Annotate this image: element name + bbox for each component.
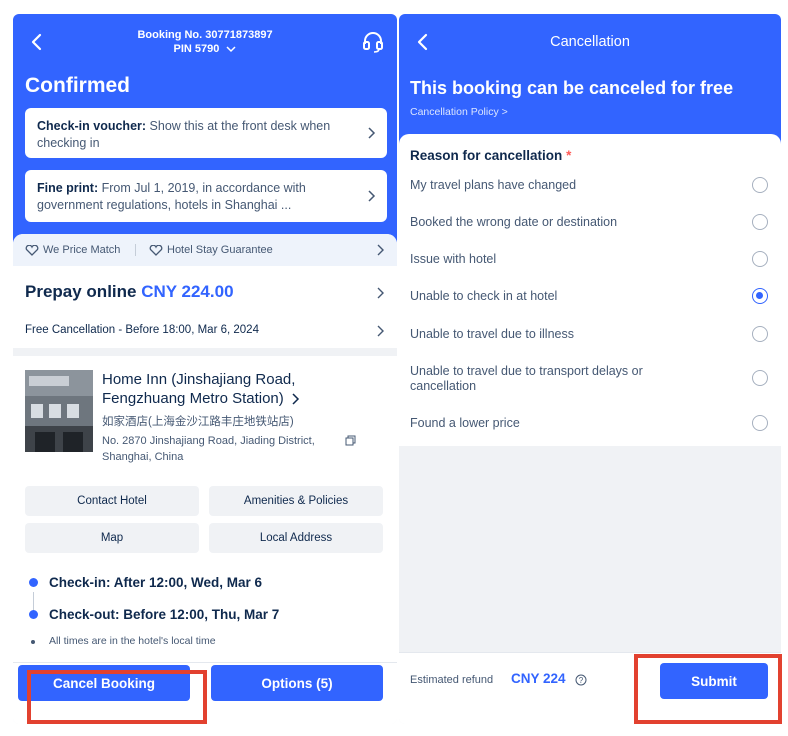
stay-guarantee-badge: Hotel Stay Guarantee [149,244,273,256]
chevron-right-icon [377,244,384,256]
free-cancel-heading: This booking can be canceled for free [410,78,734,98]
local-time-note: All times are in the hotel's local time [49,635,216,647]
pin-dropdown[interactable]: PIN 5790 [13,42,397,56]
booking-details-screen: Booking No. 30771873897 PIN 5790 Confirm… [13,14,397,724]
hotel-name: Home Inn (Jinshajiang Road, Fengzhuang M… [102,371,296,407]
voucher-label: Check-in voucher: [37,119,147,133]
contact-hotel-button[interactable]: Contact Hotel [25,486,199,516]
heart-shield-icon [25,244,39,256]
highlight-submit [634,654,782,724]
radio-button[interactable] [752,177,768,193]
copy-icon[interactable] [345,435,356,446]
chevron-right-icon [377,325,384,337]
reason-label: Unable to travel due to illness [410,327,574,341]
hotel-photo[interactable] [25,370,93,452]
map-button[interactable]: Map [25,523,199,553]
refund-amount: CNY 224 [511,671,566,686]
required-mark: * [566,148,572,163]
reason-option[interactable]: Booked the wrong date or destination [399,214,781,237]
booking-status: Confirmed [25,74,130,97]
booking-number: Booking No. 30771873897 [137,29,273,41]
guarantee-bar[interactable]: We Price Match Hotel Stay Guarantee [13,234,397,266]
checkin-time: Check-in: After 12:00, Wed, Mar 6 [49,575,263,590]
reason-title-text: Reason for cancellation [410,148,563,163]
radio-button[interactable] [752,214,768,230]
prepay-amount: CNY 224.00 [141,282,234,301]
reason-option[interactable]: Unable to travel due to illness [399,326,781,349]
radio-button[interactable] [752,326,768,342]
price-match-badge: We Price Match [25,244,120,256]
prepay-row[interactable]: Prepay online CNY 224.00 [25,282,234,302]
cancellation-screen: Cancellation This booking can be cancele… [399,14,781,724]
chevron-down-icon [226,46,236,53]
price-match-label: We Price Match [43,244,121,256]
reason-option[interactable]: Unable to check in at hotel [399,288,781,311]
divider [135,244,136,256]
info-icon[interactable]: ? [575,674,587,686]
reason-label: Unable to check in at hotel [410,289,558,303]
reason-option[interactable]: Unable to travel due to transport delays… [399,364,781,398]
hotel-name-chinese: 如家酒店(上海金沙江路丰庄地铁站店) [102,416,294,428]
headset-icon[interactable] [361,30,385,54]
refund-label: Estimated refund [410,674,494,686]
bullet [31,640,35,644]
radio-button[interactable] [752,251,768,267]
options-button[interactable]: Options (5) [211,665,383,701]
timeline-dot [29,578,38,587]
free-cancellation-row[interactable]: Free Cancellation - Before 18:00, Mar 6,… [25,324,259,336]
heart-shield-icon [149,244,163,256]
reason-option[interactable]: Found a lower price [399,415,781,438]
radio-button[interactable] [752,370,768,386]
hotel-address: No. 2870 Jinshajiang Road, Jiading Distr… [102,435,315,463]
radio-button[interactable] [752,415,768,431]
local-address-button[interactable]: Local Address [209,523,383,553]
fine-print-card[interactable]: Fine print: From Jul 1, 2019, in accorda… [25,170,387,222]
cancellation-policy-link[interactable]: Cancellation Policy > [410,106,508,118]
prepay-label: Prepay online [25,282,137,301]
reason-label: Issue with hotel [410,252,497,266]
section-divider [13,348,397,356]
hotel-building-image [25,370,93,452]
checkout-time: Check-out: Before 12:00, Thu, Mar 7 [49,607,280,622]
details-sheet [13,234,397,724]
fineprint-label: Fine print: [37,181,99,195]
reason-label: Unable to travel due to transport delays… [410,364,643,393]
svg-text:?: ? [579,676,584,685]
checkin-voucher-card[interactable]: Check-in voucher: Show this at the front… [25,108,387,158]
reason-option[interactable]: Issue with hotel [399,251,781,274]
timeline-dot [29,610,38,619]
page-title: Cancellation [550,34,630,50]
stay-guarantee-label: Hotel Stay Guarantee [167,244,273,256]
reason-option[interactable]: My travel plans have changed [399,177,781,200]
chevron-right-icon [368,190,376,202]
reason-label: Booked the wrong date or destination [410,215,618,229]
hotel-name-link[interactable]: Home Inn (Jinshajiang Road, Fengzhuang M… [102,370,342,408]
radio-selected[interactable] [752,288,768,304]
reason-label: My travel plans have changed [410,178,577,192]
highlight-cancel-booking [27,670,207,724]
chevron-right-icon [292,393,300,405]
pin-text: PIN 5790 [173,43,220,55]
chevron-right-icon [368,127,376,139]
chevron-right-icon [377,287,384,299]
amenities-policies-button[interactable]: Amenities & Policies [209,486,383,516]
reason-label: Found a lower price [410,416,520,430]
reason-title: Reason for cancellation * [410,148,571,163]
